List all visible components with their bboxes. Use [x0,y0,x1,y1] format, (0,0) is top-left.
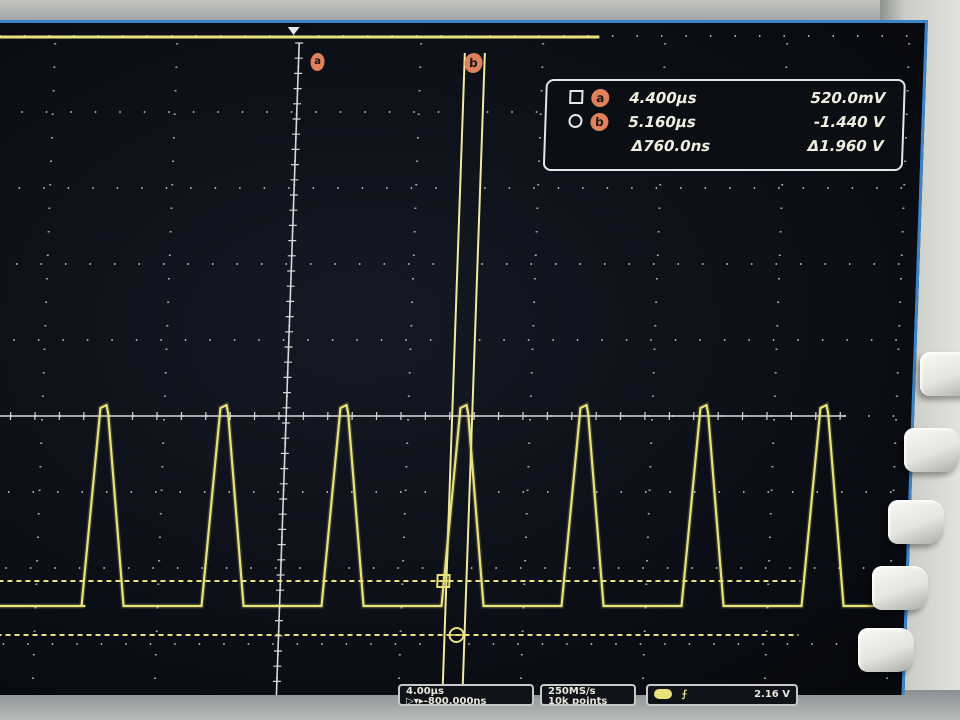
grid-line-vertical [397,43,423,685]
cursor-readout-panel: a 4.400µs 520.0mV b 5.160µs -1.440 V Δ76… [542,79,906,171]
cursor-a-voltage: 520.0mV [810,89,886,107]
square-cursor-icon [569,90,584,104]
cursor-b-time: 5.160µs [628,113,697,131]
pulse-trace-glow [0,401,922,609]
bezel-button-3[interactable] [888,500,944,544]
bezel-button-4[interactable] [872,566,928,610]
cursor-a-badge: a [590,89,610,107]
oscilloscope-photo: a b a 4.400µs 520.0mV b 5.160µs -1.440 V… [0,0,960,720]
bezel-button-1[interactable] [920,352,960,396]
cursor-b-voltage: -1.440 V [813,113,885,131]
grid-line-vertical [31,43,57,685]
circle-cursor-icon [568,114,583,128]
pulse-trace-path [0,403,922,608]
delta-time: Δ760.0ns [631,137,711,155]
trigger-position-marker [287,27,300,35]
channel-1-icon [654,689,672,699]
center-vertical-axis [275,43,300,695]
delta-voltage: Δ1.960 V [807,137,884,155]
trigger-slope-icon: ⨍ [681,689,688,700]
timebase-status[interactable]: 4.00µs ▷▾▸-800.000ns [398,684,534,706]
cursor-a-line [441,53,466,695]
cursor-b-row: b 5.160µs -1.440 V [546,111,903,135]
bezel-button-2[interactable] [904,428,960,472]
bezel-button-5[interactable] [858,628,914,672]
cursor-a-time: 4.400µs [628,89,698,107]
cursor-a-row: a 4.400µs 520.0mV [547,87,904,111]
bezel-top [0,0,960,22]
waveform-trace [0,401,922,609]
trigger-level: 2.16 V [754,689,790,700]
trigger-status[interactable]: ⨍ 2.16 V [646,684,798,706]
record-length: 10k points [548,696,608,706]
cursor-delta-row: Δ760.0ns Δ1.960 V [545,135,902,159]
cursor-b-badge: b [590,113,609,131]
acquisition-status[interactable]: 250MS/s 10k points [540,684,636,706]
grid-line-vertical [519,43,545,685]
scope-screen: a b a 4.400µs 520.0mV b 5.160µs -1.440 V… [0,20,929,695]
grid-line-vertical [153,43,179,685]
delay-value: ▷▾▸-800.000ns [406,696,487,706]
